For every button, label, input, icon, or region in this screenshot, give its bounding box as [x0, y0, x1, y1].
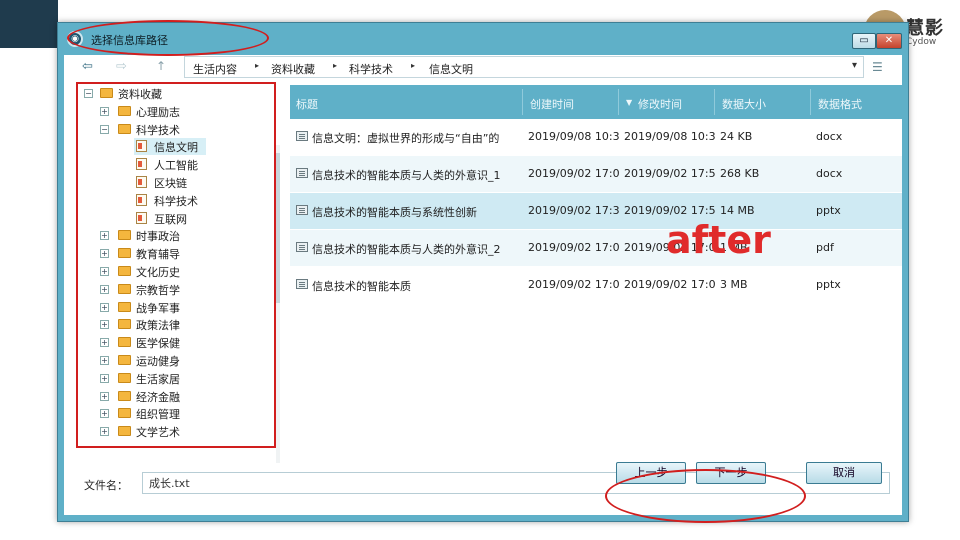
file-size-cell: 3 MB — [720, 278, 748, 291]
column-separator[interactable] — [522, 89, 523, 115]
file-modified-cell: 2019/09/02 17:5 — [624, 204, 716, 217]
column-separator[interactable] — [618, 89, 619, 115]
title-highlight-ellipse — [67, 20, 269, 56]
cancel-button[interactable]: 取消 — [806, 462, 882, 484]
file-created-cell: 2019/09/02 17:0 — [528, 278, 620, 291]
file-row[interactable]: 信息技术的智能本质与人类的外意识_1 2019/09/02 17:0 2019/09… — [290, 156, 902, 192]
column-header-modified[interactable]: 修改时间 — [638, 96, 682, 112]
file-list: 标题 创建时间 ▼ 修改时间 数据大小 数据格式 信息文明：虚拟世界的形成与“自… — [290, 85, 902, 463]
filename-label: 文件名： — [84, 479, 128, 492]
after-annotation-label: after — [666, 218, 771, 262]
up-arrow-icon[interactable]: ↑ — [156, 59, 166, 73]
file-created-cell: 2019/09/02 17:3 — [528, 204, 620, 217]
breadcrumb-separator-icon: ▸ — [255, 61, 260, 70]
file-size-cell: 268 KB — [720, 167, 760, 180]
file-title-cell: 信息技术的智能本质与人类的外意识_2 — [312, 243, 501, 256]
file-modified-cell: 2019/09/08 10:3 — [624, 130, 716, 143]
file-title-cell: 信息技术的智能本质 — [312, 280, 411, 293]
close-button[interactable]: ✕ — [876, 33, 902, 49]
brand-logo-subtext: Cydow — [906, 37, 937, 47]
file-title-cell: 信息技术的智能本质与系统性创新 — [312, 206, 477, 219]
forward-arrow-icon[interactable]: ⇨ — [116, 59, 127, 74]
file-icon — [296, 205, 308, 215]
file-icon — [296, 242, 308, 252]
file-icon — [296, 279, 308, 289]
file-title-cell: 信息文明：虚拟世界的形成与“自由”的 — [312, 132, 500, 145]
file-created-cell: 2019/09/02 17:0 — [528, 241, 620, 254]
file-created-cell: 2019/09/08 10:3 — [528, 130, 620, 143]
file-icon — [296, 131, 308, 141]
file-modified-cell: 2019/09/02 17:0 — [624, 278, 716, 291]
tree-highlight-rectangle — [76, 82, 276, 448]
buttons-highlight-ellipse — [605, 469, 806, 523]
tree-scrollbar-thumb[interactable] — [276, 153, 280, 303]
file-title-cell: 信息技术的智能本质与人类的外意识_1 — [312, 169, 501, 182]
file-row[interactable]: 信息文明：虚拟世界的形成与“自由”的 2019/09/08 10:3 2019/09… — [290, 119, 902, 155]
file-modified-cell: 2019/09/02 17:5 — [624, 167, 716, 180]
file-format-cell: pptx — [816, 278, 841, 291]
breadcrumb-item[interactable]: 生活内容 — [193, 61, 237, 77]
breadcrumb-separator-icon: ▸ — [411, 61, 416, 70]
column-header-created[interactable]: 创建时间 — [530, 96, 574, 112]
file-row[interactable]: 信息技术的智能本质 2019/09/02 17:0 2019/09/02 17:0 3… — [290, 267, 902, 303]
slide-header-bar — [0, 0, 58, 48]
column-header-title[interactable]: 标题 — [296, 96, 318, 112]
file-format-cell: docx — [816, 167, 843, 180]
file-icon — [296, 168, 308, 178]
back-arrow-icon[interactable]: ⇦ — [82, 59, 93, 74]
breadcrumb-separator-icon: ▸ — [333, 61, 338, 70]
column-separator[interactable] — [714, 89, 715, 115]
breadcrumb-item[interactable]: 资料收藏 — [271, 61, 315, 77]
file-size-cell: 24 KB — [720, 130, 753, 143]
file-list-header: 标题 创建时间 ▼ 修改时间 数据大小 数据格式 — [290, 85, 902, 119]
file-size-cell: 14 MB — [720, 204, 755, 217]
file-format-cell: pdf — [816, 241, 834, 254]
sort-descending-icon: ▼ — [626, 98, 633, 107]
minimize-button[interactable]: ▭ — [852, 33, 876, 49]
file-row[interactable]: 信息技术的智能本质与系统性创新 2019/09/02 17:3 2019/09/02… — [290, 193, 902, 229]
breadcrumb-item[interactable]: 信息文明 — [429, 61, 473, 77]
file-format-cell: docx — [816, 130, 843, 143]
view-options-icon[interactable]: ☰ — [872, 60, 883, 74]
file-row[interactable]: 信息技术的智能本质与人类的外意识_2 2019/09/02 17:0 2019/09… — [290, 230, 902, 266]
file-format-cell: pptx — [816, 204, 841, 217]
file-created-cell: 2019/09/02 17:0 — [528, 167, 620, 180]
chevron-down-icon[interactable]: ▾ — [852, 60, 857, 71]
column-header-size[interactable]: 数据大小 — [722, 96, 766, 112]
address-bar[interactable]: 生活内容 ▸ 资料收藏 ▸ 科学技术 ▸ 信息文明 ▾ — [184, 56, 864, 78]
navigation-bar: ⇦ ⇨ ↑ 生活内容 ▸ 资料收藏 ▸ 科学技术 ▸ 信息文明 ▾ ☰ — [64, 55, 902, 79]
column-header-format[interactable]: 数据格式 — [818, 96, 862, 112]
breadcrumb-item[interactable]: 科学技术 — [349, 61, 393, 77]
column-separator[interactable] — [810, 89, 811, 115]
